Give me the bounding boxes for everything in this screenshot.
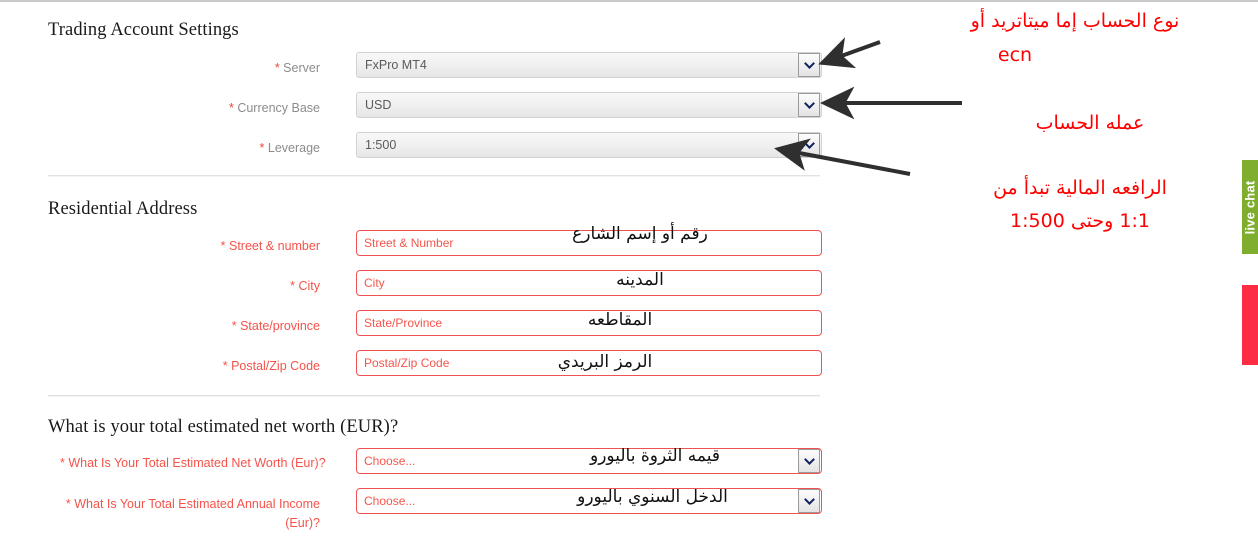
- section-heading-residential-address: Residential Address: [48, 199, 198, 219]
- label-total-net-worth: * What Is Your Total Estimated Net Worth…: [60, 456, 326, 470]
- select-currency-base-value: USD: [365, 98, 392, 112]
- label-server: * Server: [274, 61, 320, 75]
- required-star: *: [228, 101, 234, 115]
- annotation-account-type-line1: نوع الحساب إما ميتاتريد أو: [970, 10, 1180, 32]
- chevron-down-icon[interactable]: [798, 489, 820, 513]
- select-server-value: FxPro MT4: [365, 58, 427, 72]
- arrow-to-server-select: [818, 37, 881, 69]
- section-divider-2: [48, 395, 820, 397]
- chevron-down-icon[interactable]: [798, 133, 820, 157]
- annotation-state: المقاطعه: [587, 310, 653, 330]
- select-currency-base[interactable]: USD: [356, 92, 822, 118]
- chevron-down-icon[interactable]: [798, 449, 820, 473]
- required-star: *: [220, 239, 226, 253]
- label-leverage: * Leverage: [259, 141, 320, 155]
- required-star: *: [65, 497, 71, 511]
- live-chat-tab[interactable]: live chat: [1240, 158, 1258, 256]
- select-server[interactable]: FxPro MT4: [356, 52, 822, 78]
- live-chat-tab-label: live chat: [1242, 180, 1258, 234]
- top-border: [0, 0, 1258, 2]
- input-state-province-placeholder: State/Province: [364, 316, 443, 330]
- label-postal-zip: * Postal/Zip Code: [222, 359, 320, 373]
- required-star: *: [259, 141, 265, 155]
- annotation-street: رقم أو إسم الشارع: [572, 224, 708, 244]
- label-street-number: * Street & number: [220, 239, 320, 253]
- section-heading-net-worth: What is your total estimated net worth (…: [48, 417, 399, 437]
- label-currency-base: * Currency Base: [228, 101, 320, 115]
- annotation-annual-income: الدخل السنوي باليورو: [577, 487, 728, 507]
- label-city: * City: [290, 279, 320, 293]
- select-leverage[interactable]: 1:500: [356, 132, 822, 158]
- required-star: *: [231, 319, 237, 333]
- chevron-down-icon[interactable]: [798, 93, 820, 117]
- required-star: *: [290, 279, 295, 293]
- annotation-leverage-line2: 1:1 وحتى 1:500: [1010, 210, 1150, 232]
- section-heading-trading-account: Trading Account Settings: [48, 20, 239, 40]
- callback-tab[interactable]: [1240, 283, 1258, 367]
- annotation-currency: عمله الحساب: [1035, 112, 1145, 134]
- annotation-leverage-line1: الرافعه المالية تبدأ من: [993, 177, 1167, 199]
- section-divider-1: [48, 175, 820, 177]
- annotation-net-worth: قيمه الثروة باليورو: [590, 446, 720, 466]
- input-city-placeholder: City: [364, 276, 385, 290]
- label-total-annual-income: * What Is Your Total Estimated Annual In…: [65, 497, 320, 530]
- annotation-city: المدينه: [616, 270, 664, 290]
- required-star: *: [274, 61, 280, 75]
- annotation-account-type-line2: ecn: [997, 44, 1033, 66]
- annotation-postal: الرمز البريدي: [557, 352, 653, 372]
- input-street-number-placeholder: Street & Number: [364, 236, 454, 250]
- select-leverage-value: 1:500: [365, 138, 397, 152]
- required-star: *: [222, 359, 228, 373]
- required-star: *: [60, 456, 65, 470]
- chevron-down-icon[interactable]: [798, 53, 820, 77]
- input-postal-zip-placeholder: Postal/Zip Code: [364, 356, 450, 370]
- form-page: Trading Account Settings * Server FxPro …: [0, 0, 1258, 546]
- label-state-province: * State/province: [231, 319, 320, 333]
